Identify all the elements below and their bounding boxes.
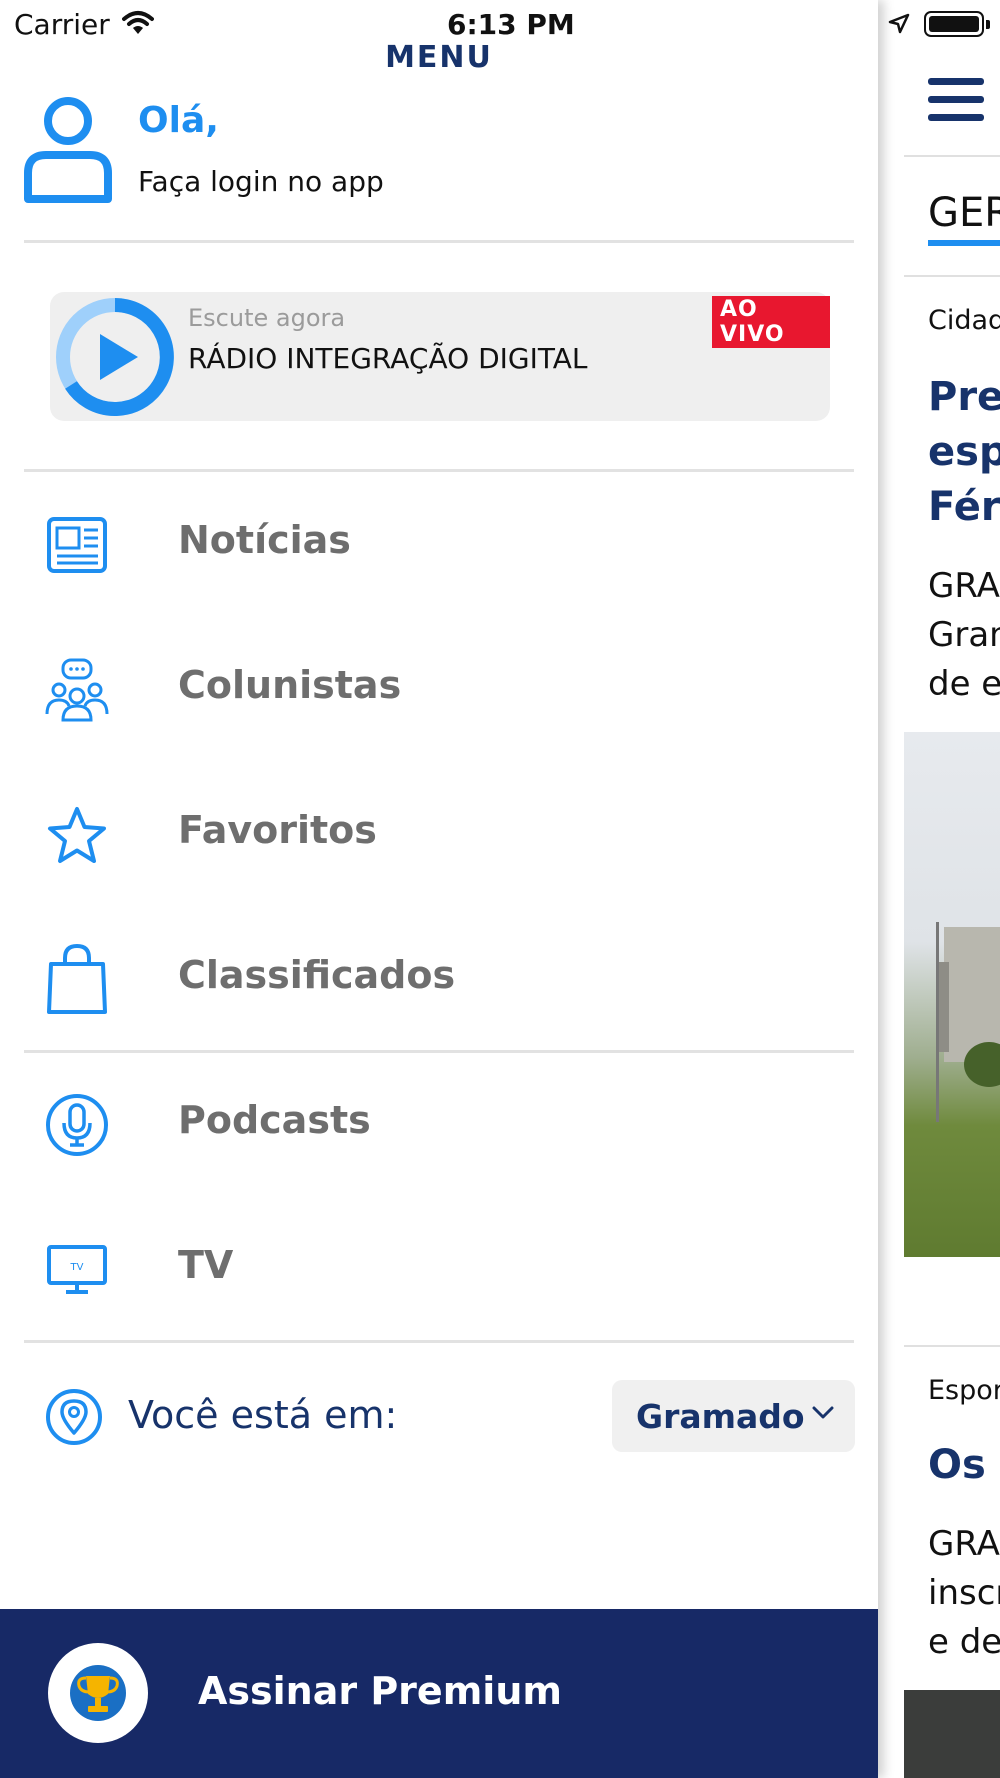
city-dropdown[interactable]: Gramado xyxy=(612,1380,855,1452)
article-photo[interactable] xyxy=(904,732,1000,1257)
divider xyxy=(904,275,1000,277)
article-headline-line[interactable]: Os d xyxy=(928,1438,1000,1493)
radio-player-card[interactable]: Escute agora RÁDIO INTEGRAÇÃO DIGITAL AO… xyxy=(50,292,830,421)
wifi-icon xyxy=(122,11,154,34)
article-headline-line[interactable]: espo xyxy=(928,425,1000,480)
tv-icon: TV xyxy=(44,1237,110,1303)
premium-banner[interactable]: Assinar Premium xyxy=(0,1609,878,1778)
menu-item-classificados[interactable]: Classificados xyxy=(0,925,878,1035)
article-snippet-line: Gran xyxy=(928,615,1000,655)
menu-item-podcasts[interactable]: Podcasts xyxy=(0,1070,878,1180)
svg-text:TV: TV xyxy=(70,1262,84,1273)
divider xyxy=(24,1340,854,1343)
trophy-icon xyxy=(70,1665,126,1721)
article-headline-line[interactable]: Pref xyxy=(928,370,1000,425)
divider xyxy=(904,155,1000,157)
location-label: Você está em: xyxy=(128,1393,398,1437)
columnists-icon xyxy=(44,657,110,723)
premium-label: Assinar Premium xyxy=(198,1669,562,1713)
menu-item-label: Podcasts xyxy=(178,1098,371,1142)
greeting: Olá, xyxy=(138,100,219,141)
battery-icon xyxy=(924,11,990,37)
microphone-icon xyxy=(44,1092,110,1158)
location-row: Você está em: Gramado xyxy=(0,1375,878,1455)
play-icon[interactable] xyxy=(52,294,178,420)
divider xyxy=(904,1345,1000,1347)
menu-item-label: Colunistas xyxy=(178,663,402,707)
menu-item-label: Classificados xyxy=(178,953,456,997)
menu-item-noticias[interactable]: Notícias xyxy=(0,490,878,600)
menu-item-label: Notícias xyxy=(178,518,351,562)
article-snippet-line: inscr xyxy=(928,1573,1000,1613)
article-snippet-line: GRA xyxy=(928,566,1000,606)
shopping-bag-icon xyxy=(44,944,110,1014)
radio-station-name: RÁDIO INTEGRAÇÃO DIGITAL xyxy=(188,342,588,375)
login-link[interactable]: Faça login no app xyxy=(138,165,384,198)
divider xyxy=(24,240,854,243)
radio-subtitle: Escute agora xyxy=(188,304,346,332)
divider xyxy=(24,1050,854,1053)
status-bar: Carrier 6:13 PM xyxy=(0,0,1000,50)
location-arrow-icon xyxy=(888,13,910,34)
tab-geral[interactable]: GER xyxy=(928,190,1000,236)
background-news-screen: GER Cidad Pref espo Férr GRA Gran de e E… xyxy=(878,0,1000,1778)
live-badge: AO VIVO xyxy=(712,296,830,348)
selected-city: Gramado xyxy=(636,1397,805,1436)
premium-badge xyxy=(48,1643,148,1743)
divider xyxy=(24,469,854,472)
article-category: Cidad xyxy=(928,305,1000,336)
chevron-down-icon xyxy=(812,1406,834,1419)
carrier-label: Carrier xyxy=(14,8,110,41)
menu-item-tv[interactable]: TV TV xyxy=(0,1215,878,1325)
side-menu-drawer: MENU Olá, Faça login no app Escute agora… xyxy=(0,0,878,1778)
location-pin-icon xyxy=(46,1389,102,1445)
article-headline-line[interactable]: Férr xyxy=(928,480,1000,535)
article-category: Espor xyxy=(928,1375,1000,1406)
article-photo[interactable] xyxy=(904,1690,1000,1778)
article-snippet-line: GRA xyxy=(928,1524,1000,1564)
status-time: 6:13 PM xyxy=(447,8,575,41)
active-tab-indicator xyxy=(928,240,1000,246)
menu-item-colunistas[interactable]: Colunistas xyxy=(0,635,878,745)
menu-item-label: TV xyxy=(178,1243,234,1287)
user-avatar-icon[interactable] xyxy=(22,95,118,207)
article-snippet-line: e de xyxy=(928,1622,1000,1662)
newspaper-icon xyxy=(44,512,110,578)
article-snippet-line: de e xyxy=(928,664,1000,704)
menu-item-label: Favoritos xyxy=(178,808,377,852)
hamburger-menu-icon[interactable] xyxy=(928,78,984,132)
menu-item-favoritos[interactable]: Favoritos xyxy=(0,780,878,890)
star-icon xyxy=(44,802,110,868)
